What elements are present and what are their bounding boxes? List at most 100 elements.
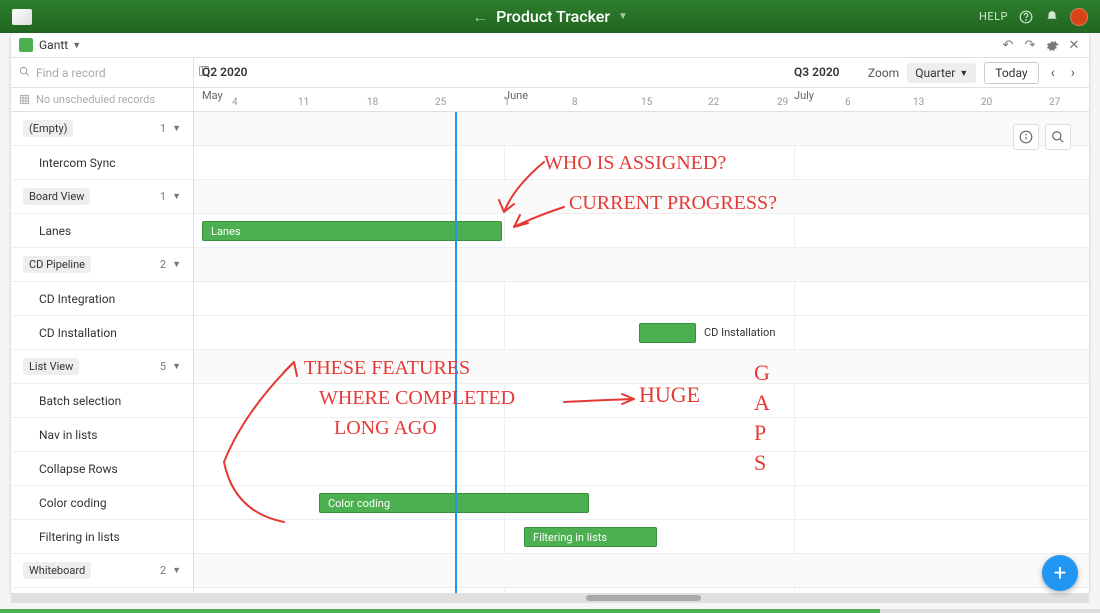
help-icon[interactable]	[1018, 9, 1034, 25]
floating-toolbar	[1013, 124, 1071, 150]
chevron-down-icon[interactable]: ▼	[172, 565, 181, 576]
chevron-down-icon[interactable]: ▼	[172, 361, 181, 372]
search-row	[11, 58, 193, 88]
day-label: 27	[1049, 97, 1060, 108]
group-row-list-view[interactable]: List View 5 ▼	[11, 350, 193, 384]
task-row[interactable]: Collapse Rows	[11, 452, 193, 486]
title-area: ← Product Tracker ▼	[472, 7, 628, 27]
month-label: May	[202, 89, 223, 102]
left-panel: No unscheduled records (Empty) 1 ▼ Inter…	[11, 58, 194, 593]
view-dropdown-icon[interactable]: ▼	[72, 40, 81, 51]
add-button[interactable]: +	[1042, 555, 1078, 591]
day-label: 11	[298, 97, 309, 108]
chevron-down-icon[interactable]: ▼	[172, 259, 181, 270]
info-icon[interactable]	[1013, 124, 1039, 150]
task-list: (Empty) 1 ▼ Intercom Sync Board View 1 ▼…	[11, 112, 193, 593]
day-label: 1	[504, 97, 510, 108]
back-arrow-icon[interactable]: ←	[472, 7, 488, 27]
group-row-empty[interactable]: (Empty) 1 ▼	[11, 112, 193, 146]
group-tag: (Empty)	[23, 120, 73, 137]
gantt-row	[194, 282, 1089, 316]
app-logo-icon[interactable]	[12, 9, 32, 25]
group-count: 2	[160, 564, 166, 577]
task-row[interactable]: Lanes	[11, 214, 193, 248]
chevron-down-icon[interactable]: ▼	[172, 191, 181, 202]
search-input[interactable]	[36, 66, 192, 80]
redo-icon[interactable]: ↷	[1023, 38, 1037, 52]
gantt-window: Gantt ▼ ↶ ↷ ✕ No unsc	[11, 33, 1089, 593]
group-tag: List View	[23, 358, 79, 375]
content: No unscheduled records (Empty) 1 ▼ Inter…	[11, 58, 1089, 593]
day-label: 15	[641, 97, 652, 108]
prev-arrow-icon[interactable]: ‹	[1047, 65, 1059, 81]
gantt-row-lanes: Lanes	[194, 214, 1089, 248]
gantt-row	[194, 384, 1089, 418]
chevron-down-icon[interactable]: ▼	[172, 123, 181, 134]
group-count: 5	[160, 360, 166, 373]
avatar[interactable]	[1070, 8, 1088, 26]
close-icon[interactable]: ✕	[1067, 38, 1081, 52]
task-row[interactable]: Batch selection	[11, 384, 193, 418]
day-label: 18	[367, 97, 378, 108]
app-title[interactable]: Product Tracker	[496, 7, 610, 26]
chevron-down-icon: ▼	[959, 68, 968, 79]
group-count: 2	[160, 258, 166, 271]
top-right-controls: HELP	[979, 8, 1088, 26]
gantt-row-cd-install: CD Installation	[194, 316, 1089, 350]
gantt-bar-color-coding[interactable]: Color coding	[319, 493, 589, 513]
bell-icon[interactable]	[1044, 9, 1060, 25]
task-row[interactable]: Color coding	[11, 486, 193, 520]
task-row[interactable]: Filtering in lists	[11, 520, 193, 554]
search-icon[interactable]	[1045, 124, 1071, 150]
group-row-board-view[interactable]: Board View 1 ▼	[11, 180, 193, 214]
progress-bar	[0, 609, 1100, 613]
scroll-thumb[interactable]	[586, 595, 701, 601]
group-row-cd-pipeline[interactable]: CD Pipeline 2 ▼	[11, 248, 193, 282]
day-label: 29	[777, 97, 788, 108]
gantt-bar-filtering[interactable]: Filtering in lists	[524, 527, 657, 547]
day-label: 25	[435, 97, 446, 108]
task-row[interactable]: CD Installation	[11, 316, 193, 350]
group-tag: CD Pipeline	[23, 256, 91, 273]
zoom-controls: Zoom Quarter ▼ Today ‹ ›	[868, 62, 1079, 84]
task-row[interactable]: Nav in lists	[11, 418, 193, 452]
zoom-select[interactable]: Quarter ▼	[907, 63, 976, 83]
task-row[interactable]: Intercom Sync	[11, 146, 193, 180]
group-count: 1	[160, 122, 166, 135]
timeline-sub-header: May June July A 4 11 18 25 1 8 15 22 29 …	[194, 88, 1089, 112]
window-header: Gantt ▼ ↶ ↷ ✕	[11, 33, 1089, 58]
day-label: 22	[708, 97, 719, 108]
timeline-header: Q2 2020 Q3 2020 Zoom Quarter ▼ Today ‹ ›	[194, 58, 1089, 88]
day-label: 6	[845, 97, 851, 108]
task-row[interactable]: CD Integration	[11, 282, 193, 316]
group-count: 1	[160, 190, 166, 203]
bottom-scrollbar[interactable]	[11, 593, 1089, 603]
unscheduled-row[interactable]: No unscheduled records	[11, 88, 193, 112]
gantt-view-icon	[19, 38, 33, 52]
gantt-row	[194, 248, 1089, 282]
today-line	[455, 112, 457, 593]
gantt-bar-label: CD Installation	[704, 326, 775, 339]
day-label: 20	[981, 97, 992, 108]
next-arrow-icon[interactable]: ›	[1067, 65, 1079, 81]
gantt-row	[194, 180, 1089, 214]
title-dropdown-icon[interactable]: ▼	[618, 11, 628, 22]
gantt-bar-cd-install[interactable]	[639, 323, 696, 343]
help-link[interactable]: HELP	[979, 10, 1008, 23]
group-row-whiteboard[interactable]: Whiteboard 2 ▼	[11, 554, 193, 588]
quarter-label-q2: Q2 2020	[202, 65, 248, 79]
window-header-right: ↶ ↷ ✕	[1001, 38, 1081, 52]
day-label: 8	[572, 97, 578, 108]
gantt-bar-lanes[interactable]: Lanes	[202, 221, 502, 241]
gear-icon[interactable]	[1045, 38, 1059, 52]
gantt-row	[194, 554, 1089, 588]
today-button[interactable]: Today	[984, 62, 1038, 84]
gantt-body[interactable]: Lanes CD Installation Color coding	[194, 112, 1089, 593]
gantt-row	[194, 112, 1089, 146]
gantt-row	[194, 418, 1089, 452]
gantt-row	[194, 146, 1089, 180]
gantt-row-color-coding: Color coding	[194, 486, 1089, 520]
view-name[interactable]: Gantt	[39, 38, 68, 52]
undo-icon[interactable]: ↶	[1001, 38, 1015, 52]
day-label: 13	[913, 97, 924, 108]
